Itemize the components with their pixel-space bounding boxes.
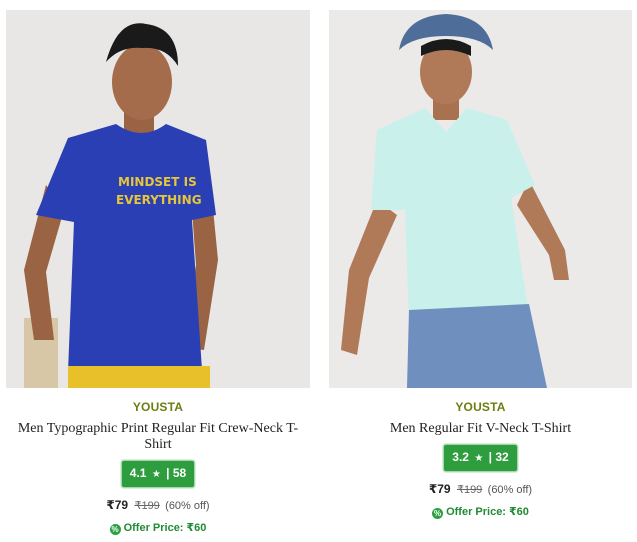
brand-name[interactable]: YOUSTA	[6, 400, 310, 414]
model-illustration	[329, 10, 632, 388]
offer-tag-icon: %	[432, 508, 444, 519]
product-card[interactable]: MINDSET IS EVERYTHING YOUSTA Men Typogra…	[6, 0, 310, 535]
selling-price: ₹79	[428, 482, 451, 496]
review-count: 32	[495, 450, 509, 464]
product-image[interactable]: MINDSET IS EVERYTHING	[6, 10, 310, 388]
product-title[interactable]: Men Regular Fit V-Neck T-Shirt	[335, 421, 626, 437]
mrp-price: ₹199	[456, 484, 483, 496]
price-row: ₹79 ₹199 (60% off)	[6, 498, 310, 512]
rating-separator: |	[166, 466, 170, 480]
rating-value: 3.2	[452, 450, 469, 464]
product-image[interactable]	[329, 10, 632, 388]
model-illustration: MINDSET IS EVERYTHING	[6, 10, 310, 388]
offer-price-label: Offer Price: ₹60	[123, 522, 207, 534]
offer-tag-icon: %	[109, 524, 121, 535]
tshirt-print-line-1: MINDSET IS	[118, 175, 197, 189]
product-card[interactable]: YOUSTA Men Regular Fit V-Neck T-Shirt 3.…	[329, 0, 632, 519]
tshirt-print-line-2: EVERYTHING	[116, 193, 202, 207]
review-count: 58	[172, 466, 187, 480]
selling-price: ₹79	[106, 498, 129, 512]
offer-price-row: % Offer Price: ₹60	[6, 521, 310, 535]
discount-label: (60% off)	[487, 484, 533, 496]
rating-separator: |	[488, 450, 492, 464]
brand-name[interactable]: YOUSTA	[329, 400, 632, 414]
rating-badge[interactable]: 3.2 ★ | 32	[443, 444, 518, 472]
star-icon: ★	[151, 469, 161, 480]
rating-badge[interactable]: 4.1 ★ | 58	[120, 460, 196, 488]
offer-price-row: % Offer Price: ₹60	[329, 505, 632, 519]
discount-label: (60% off)	[165, 500, 210, 512]
offer-price-label: Offer Price: ₹60	[446, 506, 529, 518]
star-icon: ★	[474, 453, 484, 464]
price-row: ₹79 ₹199 (60% off)	[329, 482, 632, 496]
mrp-price: ₹199	[134, 500, 160, 512]
product-title[interactable]: Men Typographic Print Regular Fit Crew-N…	[12, 421, 304, 453]
rating-value: 4.1	[129, 466, 147, 480]
